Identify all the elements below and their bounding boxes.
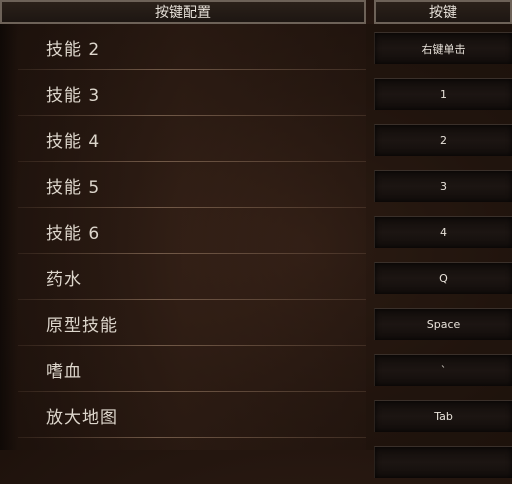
keybind-row-archetype-skill: 原型技能 Space — [0, 300, 512, 346]
key-binding-button[interactable]: 1 — [374, 78, 512, 110]
header-config-title: 按键配置 — [155, 5, 211, 21]
action-label: 技能 6 — [46, 223, 101, 244]
header-key-title: 按键 — [429, 5, 457, 21]
action-label: 原型技能 — [46, 315, 118, 336]
key-binding-button[interactable] — [374, 446, 512, 478]
action-label: 技能 3 — [46, 85, 101, 106]
keybind-row-skill-6: 技能 6 4 — [0, 208, 512, 254]
action-label: 放大地图 — [46, 407, 118, 428]
key-binding-button[interactable]: Q — [374, 262, 512, 294]
action-label: 技能 5 — [46, 177, 101, 198]
keybind-row-potion: 药水 Q — [0, 254, 512, 300]
key-binding-button[interactable]: 右键单击 — [374, 32, 512, 64]
key-binding-button[interactable]: 2 — [374, 124, 512, 156]
action-label: 技能 4 — [46, 131, 101, 152]
header-keybind-config: 按键配置 — [0, 0, 366, 24]
keybind-row-zoom-map: 放大地图 Tab — [0, 392, 512, 438]
keybind-row-skill-3: 技能 3 1 — [0, 70, 512, 116]
action-label: 药水 — [46, 269, 82, 290]
header-key: 按键 — [374, 0, 512, 24]
keybind-row-skill-5: 技能 5 3 — [0, 162, 512, 208]
key-binding-button[interactable]: 3 — [374, 170, 512, 202]
action-label: 技能 2 — [46, 39, 101, 60]
key-binding-button[interactable]: ` — [374, 354, 512, 386]
keybind-row-bloodthirst: 嗜血 ` — [0, 346, 512, 392]
keybind-row-skill-4: 技能 4 2 — [0, 116, 512, 162]
key-binding-button[interactable]: 4 — [374, 216, 512, 248]
key-binding-button[interactable]: Tab — [374, 400, 512, 432]
action-label: 嗜血 — [46, 361, 82, 382]
keybind-row-partial — [0, 438, 512, 484]
keybind-row-skill-2: 技能 2 右键单击 — [0, 24, 512, 70]
key-binding-button[interactable]: Space — [374, 308, 512, 340]
